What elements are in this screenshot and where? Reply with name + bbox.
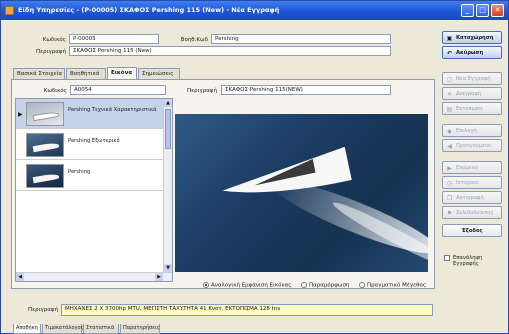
arrow-right-icon: ▶: [447, 165, 452, 172]
title-bar[interactable]: Είδη Υπηρεσίες - (P-00005) ΣΚΑΦΟΣ Pershi…: [1, 1, 508, 20]
list-item-label: Pershing Τεχνικά Χαρακτηριστικά: [68, 107, 157, 113]
yacht-photo: [175, 114, 428, 272]
thumbnail-image: [26, 102, 64, 126]
option-actual-size[interactable]: Πραγματικό Μέγεθος: [359, 282, 426, 291]
tab-warehouse[interactable]: Αποθήκη: [13, 324, 41, 334]
caption-field[interactable]: ΜΗΧΑΝΕΣ 2 Χ 3700hp MTU, ΜΕΓΙΣΤΗ ΤΑΧΥΤΗΤΑ…: [61, 304, 433, 316]
list-item-label: Pershing: [68, 169, 91, 175]
radio-selected-icon[interactable]: [203, 282, 209, 288]
code-field[interactable]: P-00005: [69, 34, 159, 44]
list-vertical-scrollbar[interactable]: ▲ ▼: [163, 99, 172, 281]
maximize-button[interactable]: □: [476, 4, 489, 17]
delete-icon: ✕: [446, 91, 453, 98]
thumbnail-image: [26, 133, 64, 157]
tab-notes[interactable]: Σημειώσεις: [138, 68, 180, 79]
option-proportional[interactable]: Αναλογική Εμφάνιση Εικόνας: [203, 282, 291, 291]
copy-icon: ❐: [446, 195, 453, 202]
image-list[interactable]: ▶ Pershing Τεχνικά Χαρακτηριστικά Pershi…: [15, 98, 173, 282]
save-button[interactable]: ▣ Καταχώρηση: [442, 31, 502, 44]
save-icon: ▣: [446, 35, 453, 42]
tab-pricelist[interactable]: Τιμοκατάλογος: [42, 324, 84, 334]
tab-remarks[interactable]: Παρατηρήσεις: [120, 324, 160, 334]
scroll-left-icon[interactable]: ◀: [16, 273, 24, 281]
list-item[interactable]: Pershing Εξωτερικό: [16, 130, 164, 160]
image-description-field[interactable]: ΣΚΑΦΟΣ Pershing 115(NEW): [221, 85, 391, 95]
thumbnail-image: [26, 164, 64, 188]
window-title: Είδη Υπηρεσίες - (P-00005) ΣΚΑΦΟΣ Pershi…: [18, 6, 280, 14]
tab-basic[interactable]: Βασικά Στοιχεία: [13, 68, 65, 79]
list-item-label: Pershing Εξωτερικό: [68, 138, 120, 144]
bookmark-icon: ⚑: [446, 210, 453, 217]
scroll-down-icon[interactable]: ▼: [164, 264, 172, 272]
radio-icon[interactable]: [301, 282, 307, 288]
description-field[interactable]: ΣΚΑΦΟΣ Pershing 115 (New): [69, 46, 391, 56]
app-icon: [5, 6, 14, 15]
aux-code-label: Βοηθ.Κωδ: [180, 37, 208, 43]
scroll-thumb[interactable]: [165, 109, 171, 149]
description-label: Περιγραφή: [36, 49, 66, 55]
new-record-button[interactable]: ▢ Νέα Εγγραφή: [442, 72, 502, 85]
scroll-right-icon[interactable]: ▶: [155, 273, 163, 281]
close-button[interactable]: ✕: [491, 4, 504, 17]
bookmark-button[interactable]: ⚑ Σελιδοδείκτης: [442, 206, 502, 219]
next-button[interactable]: ▶ Επόμενο: [442, 161, 502, 174]
tab-image[interactable]: Εικόνα: [107, 67, 137, 79]
minimize-button[interactable]: _: [461, 4, 474, 17]
undo-icon: ↶: [446, 50, 453, 57]
aux-code-field[interactable]: Pershing: [211, 34, 391, 44]
tab-statistics[interactable]: Στατιστικά: [83, 324, 119, 334]
caption-label: Περιγραφή: [28, 307, 58, 313]
image-code-field[interactable]: A0054: [70, 85, 166, 95]
image-description-label: Περιγραφή: [187, 88, 217, 94]
arrow-left-icon: ◀: [447, 143, 452, 150]
row-pointer-icon: ▶: [18, 111, 23, 118]
history-button[interactable]: ◷ Ιστορικό: [442, 176, 502, 189]
print-button[interactable]: ▤ Εκτύπωση: [442, 102, 502, 115]
previous-button[interactable]: ◀ Προηγούμενο: [442, 139, 502, 152]
select-button[interactable]: ◆ Επιλογή: [442, 124, 502, 137]
cancel-button[interactable]: ↶ Ακύρωση: [442, 46, 502, 59]
exit-button[interactable]: Έξοδος: [442, 224, 502, 237]
image-code-label: Κωδικός: [43, 88, 67, 94]
code-label: Κωδικός: [42, 37, 66, 43]
radio-icon[interactable]: [359, 282, 365, 288]
print-icon: ▤: [446, 106, 453, 113]
list-horizontal-scrollbar[interactable]: ◀ ▶: [16, 272, 172, 281]
checkbox-icon[interactable]: [444, 255, 450, 261]
delete-button[interactable]: ✕ Διαγραφή: [442, 87, 502, 100]
item-form-window: Είδη Υπηρεσίες - (P-00005) ΣΚΑΦΟΣ Pershi…: [0, 0, 509, 334]
scroll-up-icon[interactable]: ▲: [164, 99, 172, 107]
list-item[interactable]: ▶ Pershing Τεχνικά Χαρακτηριστικά: [16, 99, 164, 129]
tab-auxiliary[interactable]: Βοηθητικά: [66, 68, 106, 79]
select-icon: ◆: [447, 128, 452, 135]
history-icon: ◷: [446, 180, 453, 187]
copy-button[interactable]: ❐ Αντιγραφή: [442, 191, 502, 204]
option-stretch[interactable]: Παραμόρφωση: [301, 282, 349, 291]
list-item[interactable]: Pershing: [16, 161, 164, 191]
new-icon: ▢: [446, 76, 453, 83]
